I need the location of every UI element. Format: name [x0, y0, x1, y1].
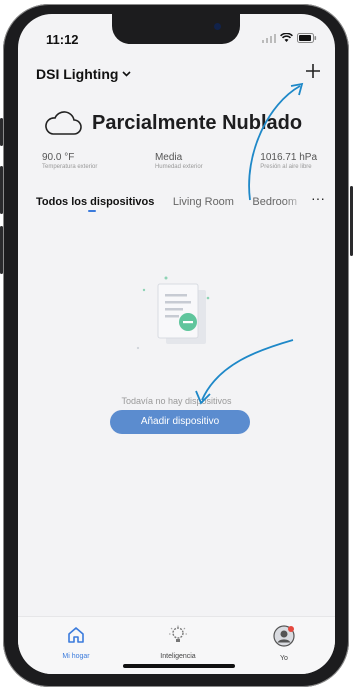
arrow-head-plus [290, 82, 304, 96]
mute-switch [0, 118, 3, 146]
tab-label: Inteligencia [160, 653, 196, 660]
house-icon [68, 627, 84, 643]
annotation-arrows [195, 82, 304, 405]
tab-label: Yo [280, 655, 288, 662]
arrow-to-plus [248, 85, 301, 201]
tab-mi-hogar[interactable]: Mi hogar [46, 625, 106, 660]
tab-inteligencia[interactable]: Inteligencia [148, 625, 208, 660]
volume-up-button [0, 166, 3, 214]
home-indicator [123, 664, 235, 668]
tab-label: Mi hogar [62, 653, 90, 660]
volume-down-button [0, 226, 3, 274]
profile-avatar-icon [273, 625, 295, 647]
app-screen: 11:12 DSI Lighting Parcialmente Nublado … [18, 14, 335, 674]
lightbulb-icon [169, 625, 187, 642]
arrow-to-add-button [201, 339, 294, 401]
tab-yo[interactable]: Yo [254, 625, 314, 662]
